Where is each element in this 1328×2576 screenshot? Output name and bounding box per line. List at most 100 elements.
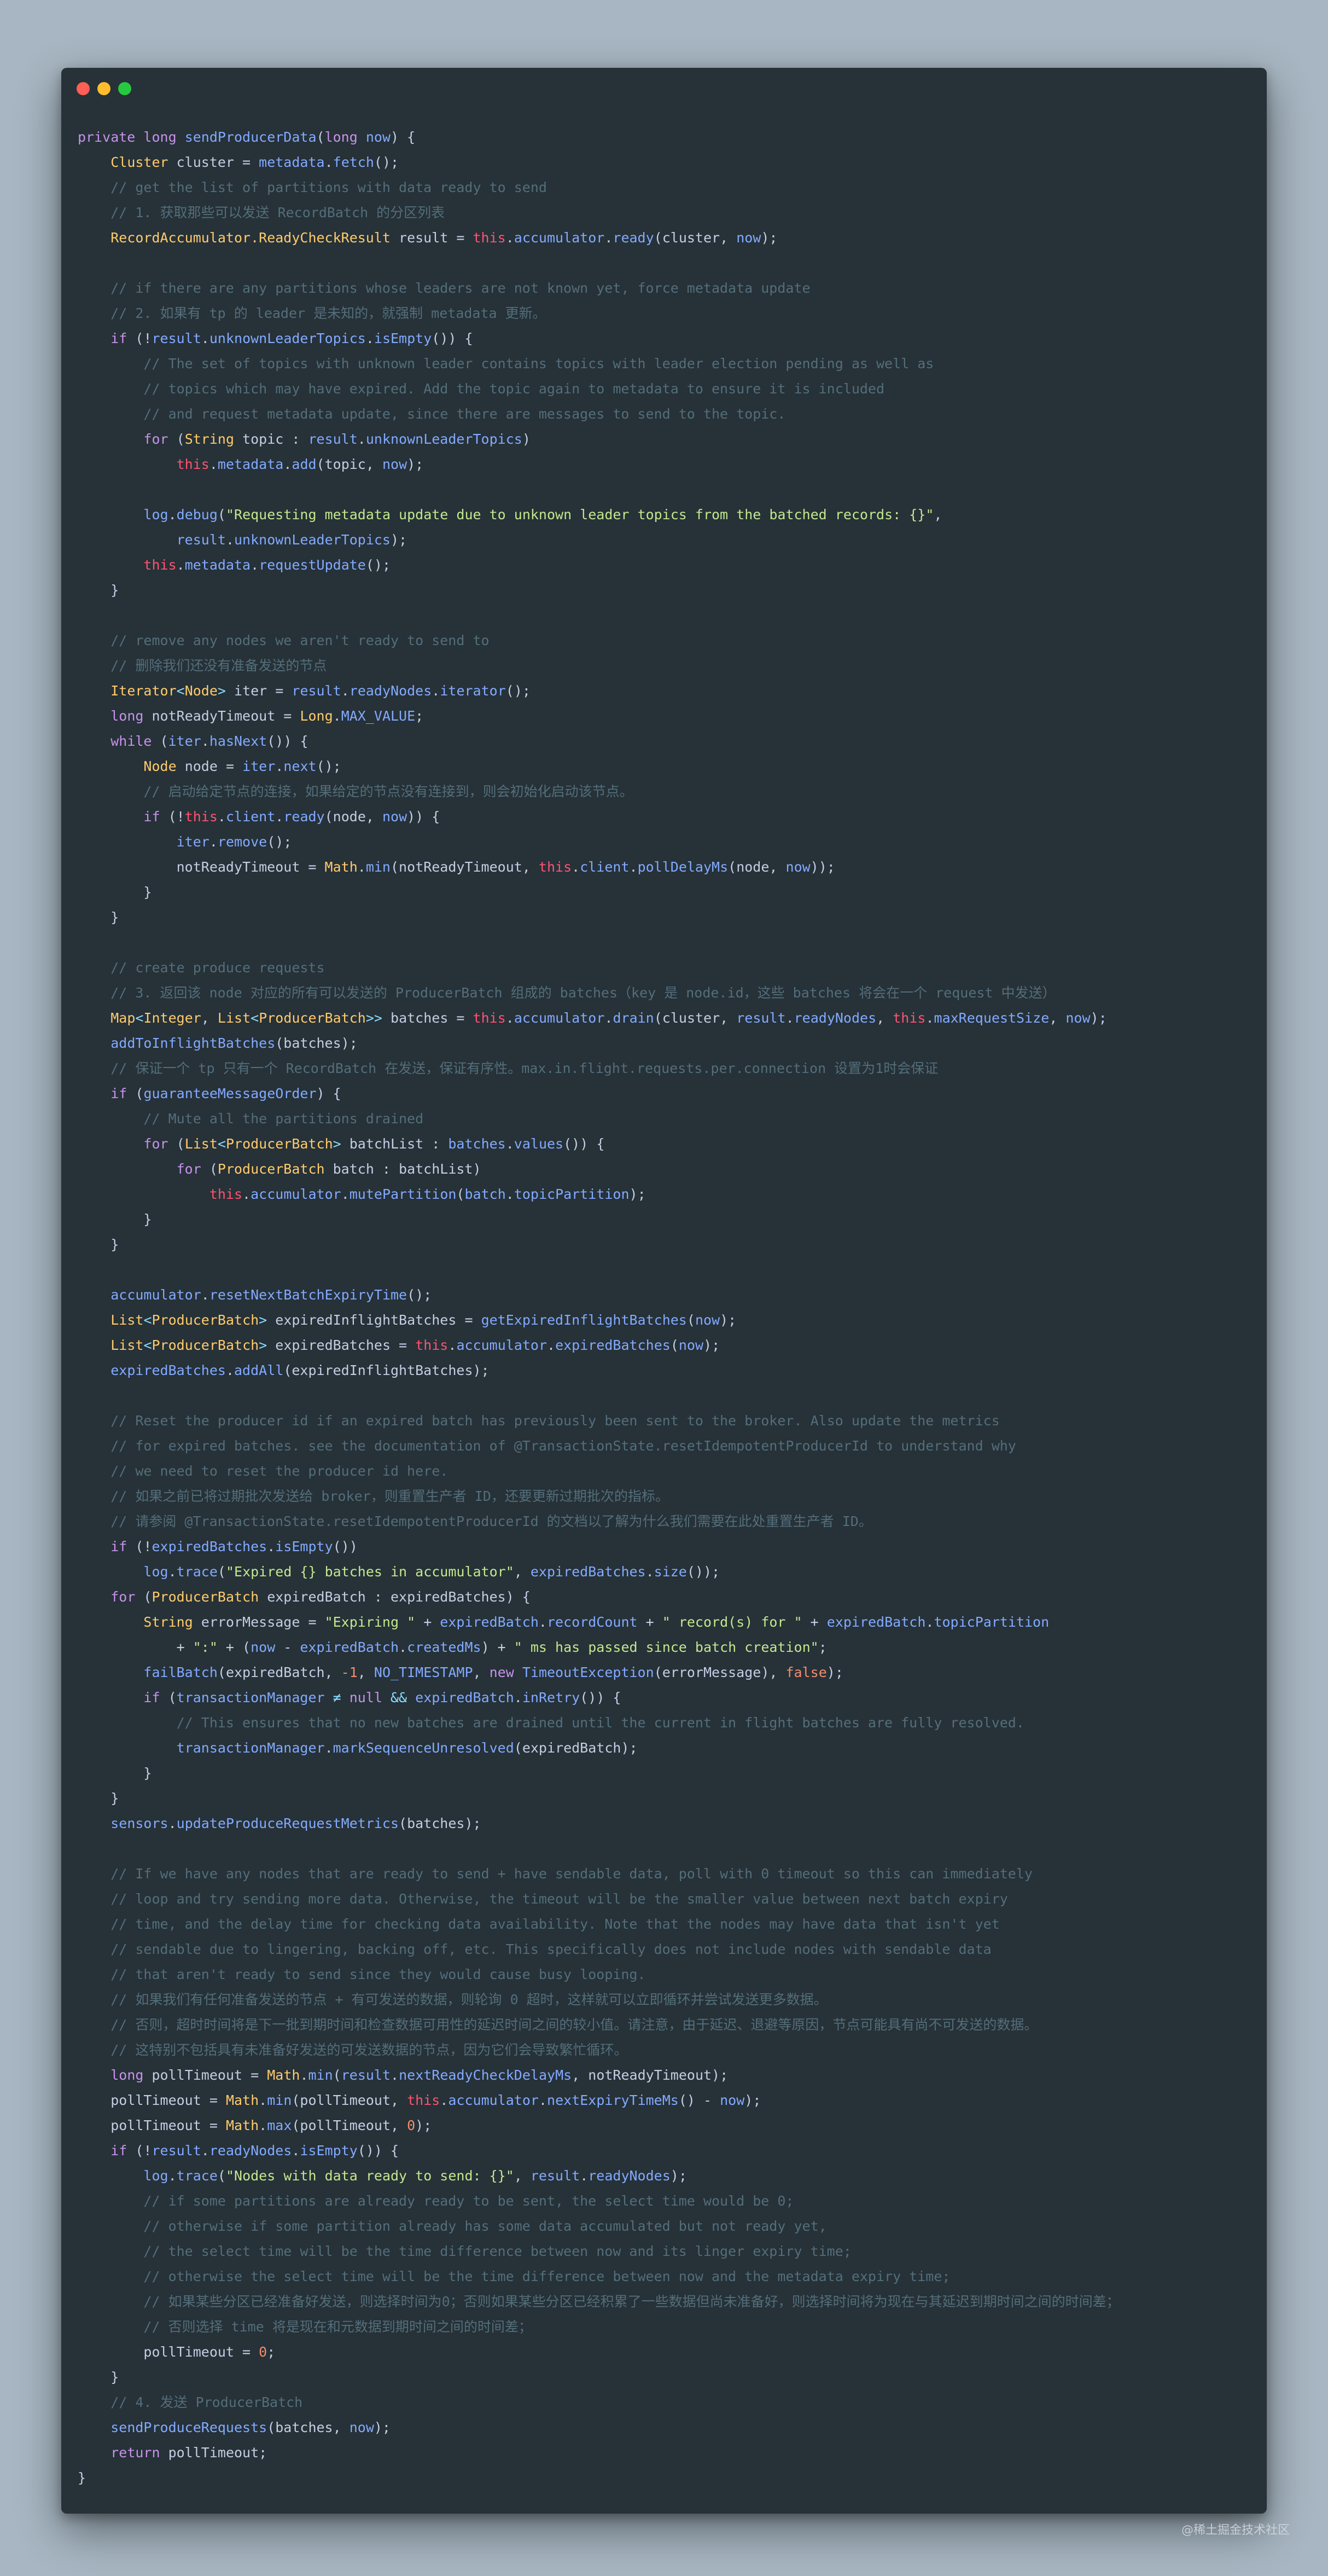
close-icon[interactable] — [77, 82, 90, 95]
code-token: ready — [613, 230, 654, 246]
code-line: } — [78, 1786, 1256, 1811]
code-token: expiredBatches — [152, 1539, 267, 1554]
code-token: . — [391, 2067, 399, 2083]
code-token: . — [785, 1010, 794, 1026]
code-token: result — [736, 1010, 786, 1026]
code-line: long pollTimeout = Math.min(result.nextR… — [78, 2063, 1256, 2088]
code-token: client — [225, 809, 276, 825]
code-line: // Mute all the partitions drained — [78, 1106, 1256, 1132]
code-token: now — [678, 1337, 704, 1353]
code-token: max — [267, 2117, 292, 2133]
code-token: // topics which may have expired. Add th… — [78, 381, 885, 397]
code-token: Math — [267, 2067, 300, 2083]
code-token: nextExpiryTimeMs — [547, 2092, 679, 2108]
code-token: recordCount — [546, 1614, 638, 1630]
code-token: ); — [1090, 1010, 1107, 1026]
zoom-icon[interactable] — [118, 82, 131, 95]
code-line: sendProduceRequests(batches, now); — [78, 2415, 1256, 2440]
code-token: ProducerBatch — [152, 1337, 259, 1353]
code-token: expiredBatch — [826, 1614, 926, 1630]
code-line: if (!this.client.ready(node, now)) { — [78, 804, 1256, 829]
code-line: // 这特别不包括具有未准备好发送的可发送数据的节点，因为它们会导致繁忙循环。 — [78, 2038, 1256, 2063]
code-token: . — [324, 154, 333, 170]
code-token: accumulator — [514, 230, 605, 246]
code-token: now — [1065, 1010, 1091, 1026]
code-token: . — [440, 2092, 449, 2108]
code-token: guaranteeMessageOrder — [143, 1086, 317, 1101]
code-token: if — [110, 2143, 127, 2159]
code-token: ( — [670, 1337, 679, 1353]
code-token: List — [217, 1010, 251, 1026]
code-line: } — [78, 2365, 1256, 2390]
code-token: // Mute all the partitions drained — [78, 1111, 424, 1127]
code-token: . — [505, 1136, 514, 1152]
code-token: , — [514, 2168, 531, 2184]
code-token: Map — [110, 1010, 136, 1026]
code-token: } — [78, 2369, 119, 2385]
code-token: now — [736, 230, 761, 246]
code-token: // if there are any partitions whose lea… — [78, 280, 811, 296]
code-token: errorMessage = — [193, 1614, 325, 1630]
code-token: transactionManager — [176, 1690, 325, 1705]
code-token: // otherwise the select time will be the… — [78, 2268, 951, 2284]
code-line: Iterator<Node> iter = result.readyNodes.… — [78, 678, 1256, 704]
code-token: this — [538, 859, 572, 875]
code-token: add — [292, 456, 317, 472]
code-token: < — [251, 1010, 259, 1026]
code-token: . — [168, 1815, 177, 1831]
code-line: // 3. 返回该 node 对应的所有可以发送的 ProducerBatch … — [78, 980, 1256, 1006]
code-block: private long sendProducerData(long now) … — [78, 125, 1256, 2491]
code-token: ProducerBatch — [152, 1589, 259, 1605]
code-token: ()) { — [563, 1136, 605, 1152]
code-token: ); — [374, 2420, 391, 2435]
code-token: expiredBatches — [110, 1362, 226, 1378]
code-token: // 如果之前已将过期批次发送给 broker，则重置生产者 ID，还要更新过期… — [78, 1488, 669, 1504]
code-token: (expiredBatch); — [514, 1740, 638, 1756]
code-line: for (List<ProducerBatch> batchList : bat… — [78, 1132, 1256, 1157]
code-line: for (ProducerBatch expiredBatch : expire… — [78, 1585, 1256, 1610]
code-token: // remove any nodes we aren't ready to s… — [78, 633, 490, 648]
code-token: (! — [127, 2143, 152, 2159]
minimize-icon[interactable] — [97, 82, 110, 95]
code-line: // remove any nodes we aren't ready to s… — [78, 628, 1256, 653]
code-line: // create produce requests — [78, 955, 1256, 980]
code-line: addToInflightBatches(batches); — [78, 1031, 1256, 1056]
code-token: now — [785, 859, 811, 875]
code-token: // for expired batches. see the document… — [78, 1438, 1016, 1454]
code-token: requestUpdate — [259, 557, 366, 573]
code-token: . — [168, 507, 177, 523]
code-token: List — [110, 1312, 144, 1328]
code-line: RecordAccumulator.ReadyCheckResult resul… — [78, 225, 1256, 251]
code-token: -1 — [341, 1664, 358, 1680]
code-token: client — [580, 859, 630, 875]
code-token: , — [473, 1664, 490, 1680]
code-token: } — [78, 909, 119, 925]
code-token: result — [530, 2168, 580, 2184]
code-token: batch : batchList) — [324, 1161, 481, 1177]
code-token: result — [292, 683, 341, 699]
code-token: ); — [390, 532, 407, 548]
code-line: // for expired batches. see the document… — [78, 1434, 1256, 1459]
code-token: + — [415, 1614, 440, 1630]
code-token: // 3. 返回该 node 对应的所有可以发送的 ProducerBatch … — [78, 985, 1056, 1001]
code-line: long notReadyTimeout = Long.MAX_VALUE; — [78, 704, 1256, 729]
code-token: () - — [678, 2092, 720, 2108]
code-line: if (!expiredBatches.isEmpty()) — [78, 1534, 1256, 1559]
code-line: // This ensures that no new batches are … — [78, 1710, 1256, 1736]
code-token: expiredBatches — [555, 1337, 671, 1353]
code-token: (cluster, — [654, 1010, 737, 1026]
code-token: now — [695, 1312, 720, 1328]
code-token: pollTimeout = — [78, 2092, 226, 2108]
code-token: // sendable due to lingering, backing of… — [78, 1941, 992, 1957]
code-token: // 请参阅 @TransactionState.resetIdempotent… — [78, 1513, 872, 1529]
code-token: drain — [613, 1010, 654, 1026]
code-token: + — [637, 1614, 662, 1630]
code-token: - — [275, 1639, 300, 1655]
code-token: // 如果我们有任何准备发送的节点 + 有可发送的数据，则轮询 0 超时，这样就… — [78, 1992, 828, 2008]
code-line: // The set of topics with unknown leader… — [78, 351, 1256, 376]
code-token: this — [407, 2092, 440, 2108]
